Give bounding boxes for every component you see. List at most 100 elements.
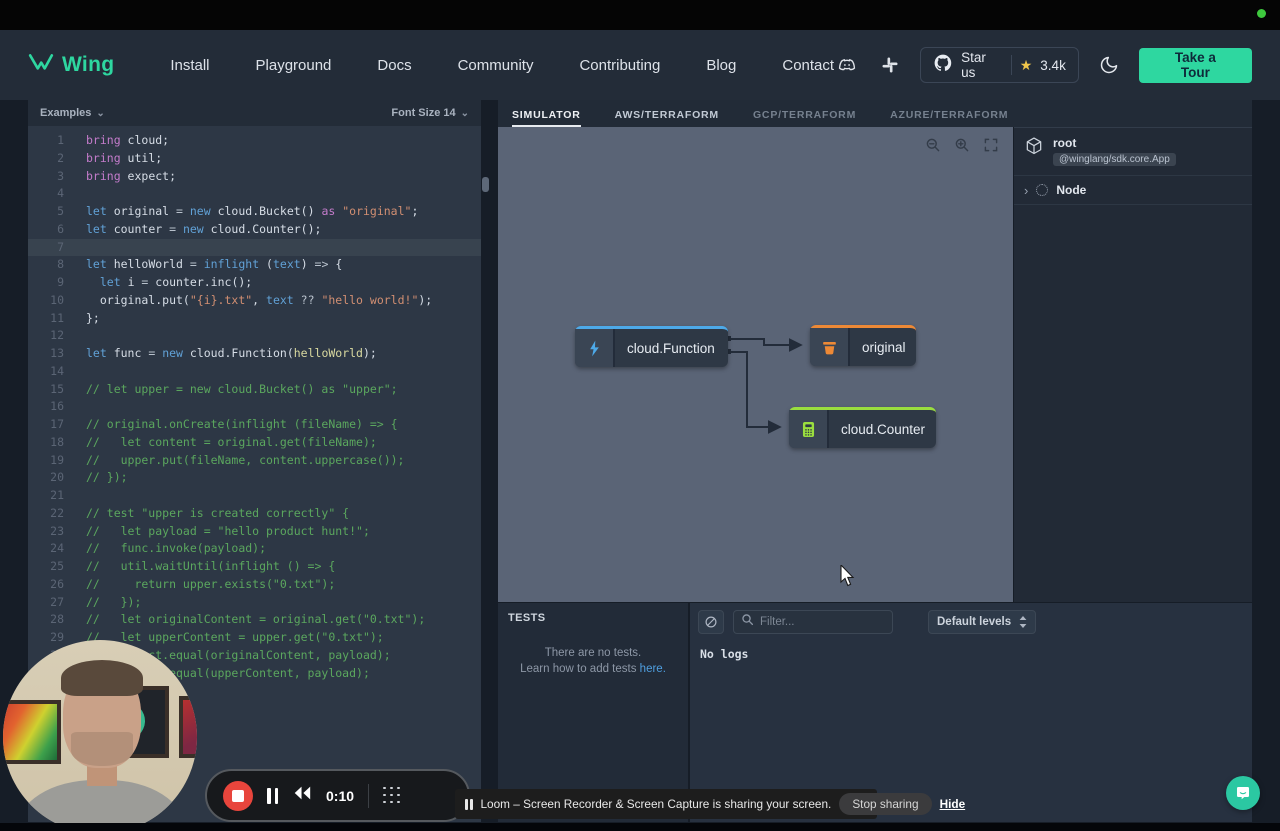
- code-line[interactable]: 17// original.onCreate(inflight (fileNam…: [28, 416, 481, 434]
- github-star-widget[interactable]: Star us ★ 3.4k: [920, 47, 1079, 83]
- zoom-out-icon[interactable]: [923, 135, 943, 155]
- diagram-node-cloud-counter[interactable]: cloud.Counter: [789, 407, 936, 448]
- slack-icon[interactable]: [878, 53, 902, 77]
- zoom-in-icon[interactable]: [952, 135, 972, 155]
- nav-item[interactable]: Blog: [706, 57, 736, 74]
- node-label: original: [850, 328, 920, 366]
- line-content: bring cloud;: [86, 132, 169, 150]
- examples-dropdown[interactable]: Examples ⌄: [40, 107, 105, 119]
- log-level-select[interactable]: Default levels: [928, 610, 1036, 634]
- line-number: 6: [28, 221, 64, 239]
- code-line[interactable]: 25// util.waitUntil(inflight () => {: [28, 558, 481, 576]
- code-line[interactable]: 14: [28, 363, 481, 381]
- code-line[interactable]: 19// upper.put(fileName, content.upperca…: [28, 452, 481, 470]
- code-line[interactable]: 13let func = new cloud.Function(helloWor…: [28, 345, 481, 363]
- dark-mode-toggle-moon-icon[interactable]: [1097, 53, 1121, 77]
- target-tab[interactable]: SIMULATOR: [512, 100, 581, 127]
- code-line[interactable]: 12: [28, 327, 481, 345]
- log-filter-input[interactable]: [760, 616, 885, 628]
- bottom-strip: [0, 823, 1280, 831]
- add-tests-link[interactable]: here.: [640, 663, 666, 675]
- line-content: original.put("{i}.txt", text ?? "hello w…: [86, 292, 432, 310]
- nav-item[interactable]: Docs: [377, 57, 411, 74]
- code-line[interactable]: 3bring expect;: [28, 168, 481, 186]
- code-line[interactable]: 26// return upper.exists("0.txt");: [28, 576, 481, 594]
- wall-painting: [3, 700, 61, 764]
- discord-icon[interactable]: [834, 52, 860, 78]
- font-size-dropdown[interactable]: Font Size 14 ⌄: [391, 107, 469, 119]
- diagram-node-cloud-function[interactable]: cloud.Function: [575, 326, 728, 367]
- line-content: bring expect;: [86, 168, 176, 186]
- webcam-overlay[interactable]: [3, 640, 197, 831]
- pause-icon[interactable]: [267, 788, 278, 804]
- fullscreen-icon[interactable]: [981, 135, 1001, 155]
- code-line[interactable]: 4: [28, 185, 481, 203]
- code-line[interactable]: 6let counter = new cloud.Counter();: [28, 221, 481, 239]
- main-nav: Install Playground Docs Community Contributi…: [170, 57, 834, 74]
- star-count: 3.4k: [1040, 58, 1066, 73]
- clear-logs-icon[interactable]: [698, 610, 724, 634]
- code-line[interactable]: 9 let i = counter.inc();: [28, 274, 481, 292]
- tree-item-root[interactable]: root @winglang/sdk.core.App: [1014, 128, 1252, 176]
- code-line[interactable]: 1bring cloud;: [28, 132, 481, 150]
- chevron-down-icon: ⌄: [461, 108, 469, 119]
- chevron-right-icon: ›: [1024, 183, 1028, 198]
- code-line[interactable]: 22// test "upper is created correctly" {: [28, 505, 481, 523]
- cube-icon: [1024, 136, 1044, 166]
- restart-icon[interactable]: [292, 785, 312, 806]
- tree-item-node[interactable]: › Node: [1014, 176, 1252, 205]
- construct-icon: [1036, 184, 1048, 196]
- editor-header: Examples ⌄ Font Size 14 ⌄: [28, 100, 481, 126]
- nav-item[interactable]: Playground: [256, 57, 332, 74]
- code-line[interactable]: 15// let upper = new cloud.Bucket() as "…: [28, 381, 481, 399]
- tests-title: TESTS: [498, 603, 688, 633]
- code-line[interactable]: 7: [28, 239, 481, 257]
- nav-item[interactable]: Community: [458, 57, 534, 74]
- line-content: // });: [86, 469, 128, 487]
- editor-scrollbar-thumb[interactable]: [482, 177, 489, 192]
- code-line[interactable]: 20// });: [28, 469, 481, 487]
- take-a-tour-button[interactable]: Take a Tour: [1139, 48, 1252, 83]
- code-line[interactable]: 11};: [28, 310, 481, 328]
- code-editor-lines[interactable]: 1bring cloud;2bring util;3bring expect;4…: [28, 126, 481, 682]
- code-line[interactable]: 8let helloWorld = inflight (text) => {: [28, 256, 481, 274]
- code-line[interactable]: 21: [28, 487, 481, 505]
- brand-name: Wing: [62, 53, 114, 77]
- hide-banner-link[interactable]: Hide: [940, 797, 966, 811]
- nav-item[interactable]: Contributing: [579, 57, 660, 74]
- line-content: };: [86, 310, 100, 328]
- line-number: 26: [28, 576, 64, 594]
- code-line[interactable]: 18// let content = original.get(fileName…: [28, 434, 481, 452]
- star-us-label: Star us: [961, 50, 1003, 80]
- drag-handle-icon[interactable]: [383, 787, 401, 805]
- node-label: cloud.Function: [615, 329, 729, 367]
- code-line[interactable]: 28// let originalContent = original.get(…: [28, 611, 481, 629]
- diagram-node-original-bucket[interactable]: original: [810, 325, 916, 366]
- target-tab[interactable]: AZURE/TERRAFORM: [890, 100, 1008, 127]
- screen-share-banner: Loom – Screen Recorder & Screen Capture …: [455, 789, 877, 819]
- nav-item[interactable]: Contact: [782, 57, 834, 74]
- target-tab[interactable]: GCP/TERRAFORM: [753, 100, 856, 127]
- chat-bubble-button[interactable]: [1226, 776, 1260, 810]
- line-number: 17: [28, 416, 64, 434]
- stop-sharing-button[interactable]: Stop sharing: [839, 793, 931, 815]
- code-line[interactable]: 2bring util;: [28, 150, 481, 168]
- target-tab[interactable]: AWS/TERRAFORM: [615, 100, 719, 127]
- code-line[interactable]: 23// let payload = "hello product hunt!"…: [28, 523, 481, 541]
- simulator-canvas[interactable]: cloud.Function original: [498, 127, 1013, 602]
- line-number: 16: [28, 398, 64, 416]
- stop-recording-button[interactable]: [223, 781, 253, 811]
- loom-recorder-controls: 0:10: [205, 769, 470, 822]
- line-content: // upper.put(fileName, content.uppercase…: [86, 452, 405, 470]
- code-line[interactable]: 16: [28, 398, 481, 416]
- nav-item[interactable]: Install: [170, 57, 209, 74]
- chat-bubble-icon: [1235, 785, 1251, 801]
- line-number: 9: [28, 274, 64, 292]
- code-line[interactable]: 24// func.invoke(payload);: [28, 540, 481, 558]
- code-line[interactable]: 10 original.put("{i}.txt", text ?? "hell…: [28, 292, 481, 310]
- wing-logo[interactable]: Wing: [28, 52, 114, 79]
- code-line[interactable]: 27// });: [28, 594, 481, 612]
- code-line[interactable]: 5let original = new cloud.Bucket() as "o…: [28, 203, 481, 221]
- github-icon: [933, 53, 953, 78]
- canvas-toolbar: [923, 135, 1001, 155]
